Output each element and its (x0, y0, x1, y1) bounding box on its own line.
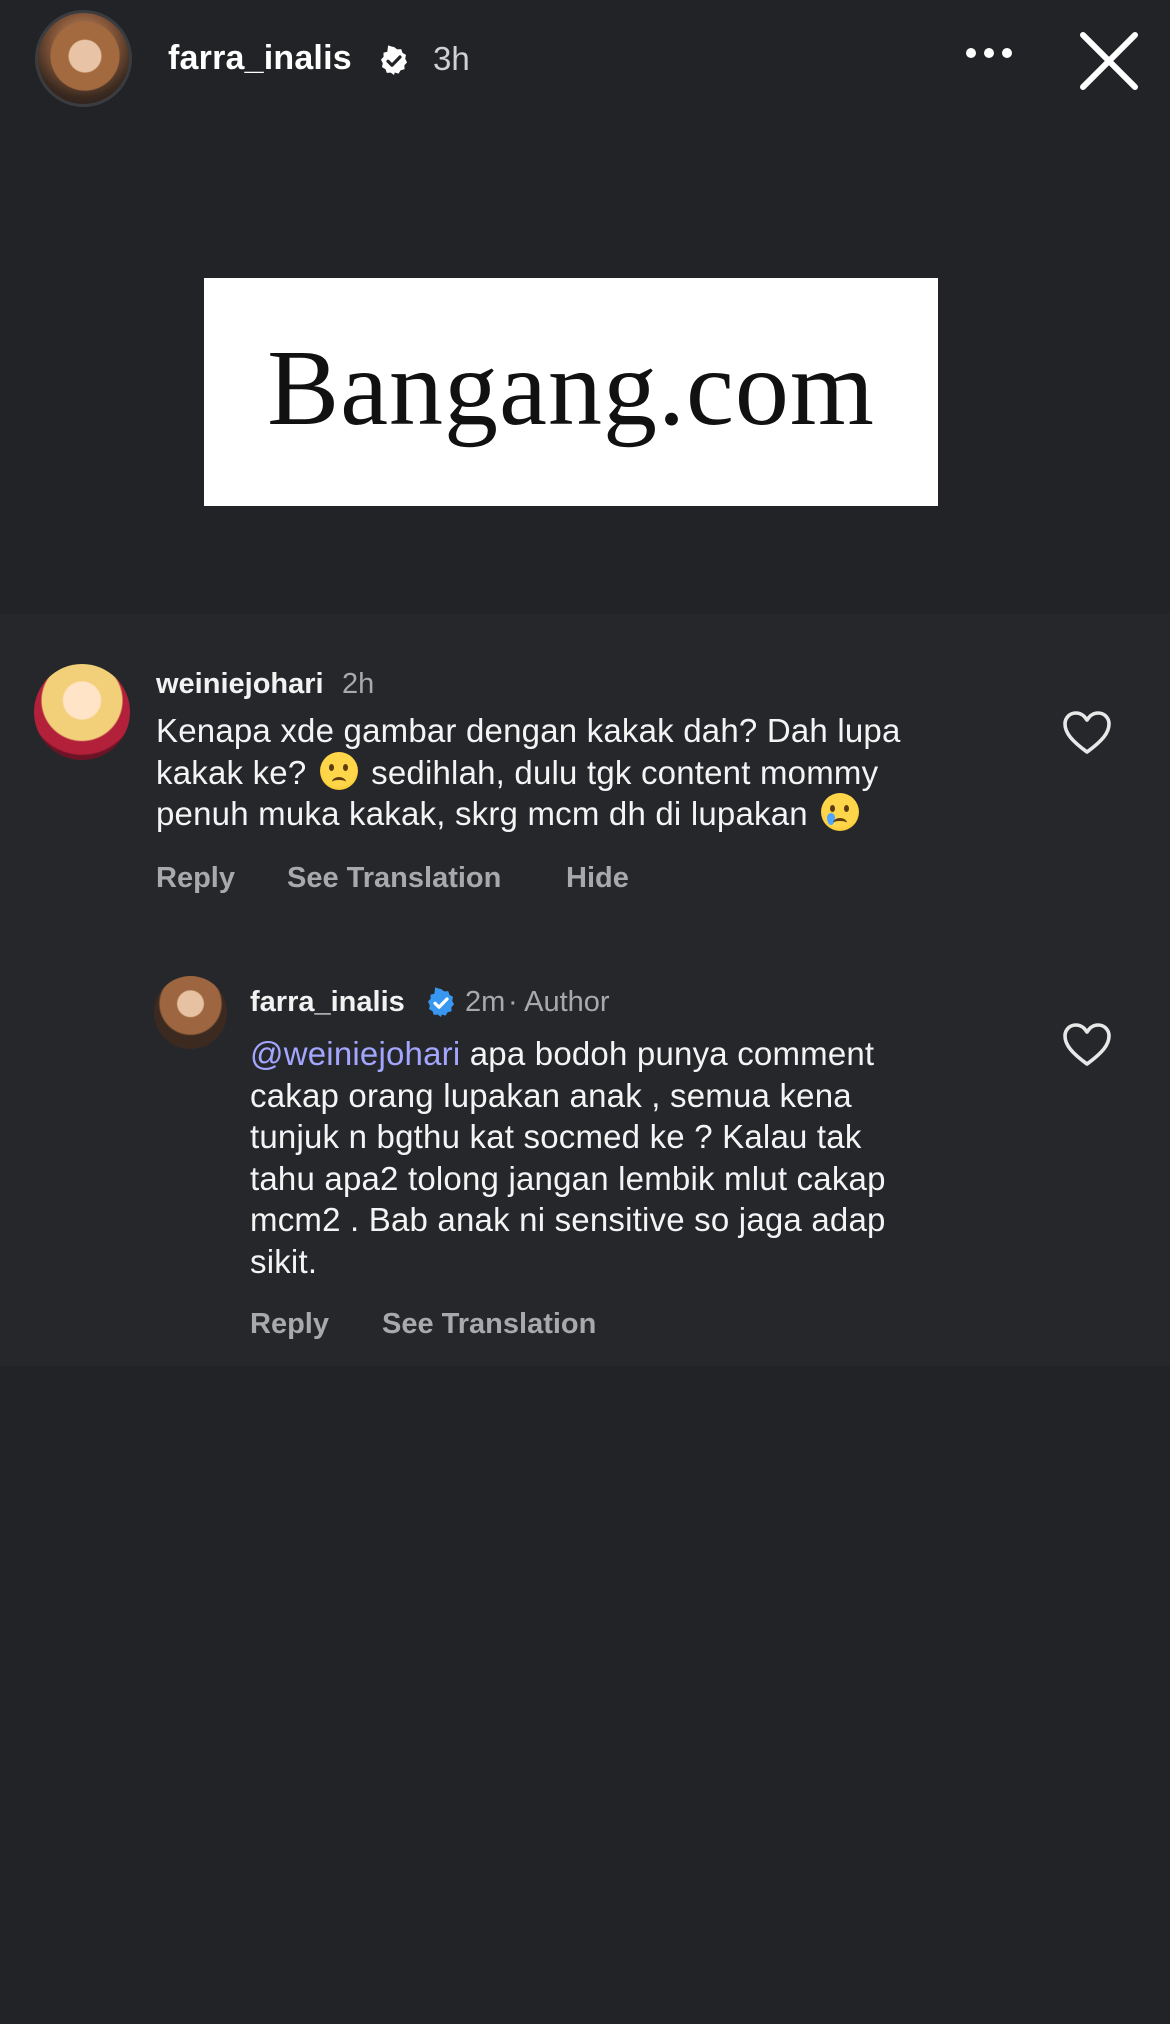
sticker-text: Bangang.com (267, 329, 875, 448)
like-heart-icon[interactable] (1062, 710, 1112, 756)
commenter-avatar[interactable] (34, 664, 130, 760)
reply-username[interactable]: farra_inalis (250, 986, 405, 1019)
reply-button[interactable]: Reply (250, 1308, 329, 1341)
reply-line: mcm2 . Bab anak ni sensitive so jaga ada… (250, 1201, 886, 1238)
reply-line: cakap orang lupakan anak , semua kena (250, 1076, 852, 1114)
reply-line: tahu apa2 tolong jangan lembik mlut caka… (250, 1159, 886, 1197)
comment-line-text: penuh muka kakak, skrg mcm dh di lupakan (156, 795, 808, 832)
like-heart-icon[interactable] (1062, 1022, 1112, 1068)
story-timestamp: 3h (433, 40, 470, 77)
verified-badge-icon (427, 987, 455, 1017)
reply-line: tunjuk n bgthu kat socmed ke ? Kalau tak (250, 1118, 862, 1155)
story-header: farra_inalis 3h (0, 0, 1170, 120)
author-label: · Author (508, 986, 610, 1018)
more-options-icon[interactable] (964, 46, 1014, 60)
reply-timestamp: 2m (465, 986, 506, 1018)
comment-text: Kenapa xde gambar dengan kakak dah? Dah … (156, 710, 901, 835)
close-icon[interactable] (1078, 30, 1140, 92)
reply-line-text: apa bodoh punya comment (469, 1035, 875, 1072)
comment-line: kakak ke? sedihlah, dulu tgk content mom… (156, 751, 901, 794)
reply-line: sikit. (250, 1242, 318, 1280)
story-author-username[interactable]: farra_inalis (168, 39, 352, 78)
verified-badge-icon (380, 45, 408, 75)
story-author-avatar[interactable] (35, 10, 132, 107)
reply-text: @weiniejohari apa bodoh punya comment ca… (250, 1033, 886, 1282)
comment-line-text: sedihlah, dulu tgk content mommy (371, 753, 879, 791)
see-translation-button[interactable]: See Translation (287, 862, 501, 895)
text-sticker: Bangang.com (204, 278, 938, 506)
comment-line-text: kakak ke? (156, 753, 307, 791)
comment-username[interactable]: weiniejohari (156, 668, 324, 701)
reply-button[interactable]: Reply (156, 862, 235, 895)
reply-author-avatar[interactable] (154, 976, 227, 1049)
mention-link[interactable]: @weiniejohari (250, 1035, 460, 1072)
hide-button[interactable]: Hide (566, 862, 629, 895)
comment-timestamp: 2h (342, 668, 375, 700)
sad-face-emoji-icon (319, 751, 358, 790)
crying-face-emoji-icon (821, 793, 860, 831)
see-translation-button[interactable]: See Translation (382, 1308, 596, 1341)
reply-line: @weiniejohari apa bodoh punya comment (250, 1033, 886, 1075)
comment-line: Kenapa xde gambar dengan kakak dah? Dah … (156, 712, 901, 749)
comment-line: penuh muka kakak, skrg mcm dh di lupakan (156, 793, 901, 835)
